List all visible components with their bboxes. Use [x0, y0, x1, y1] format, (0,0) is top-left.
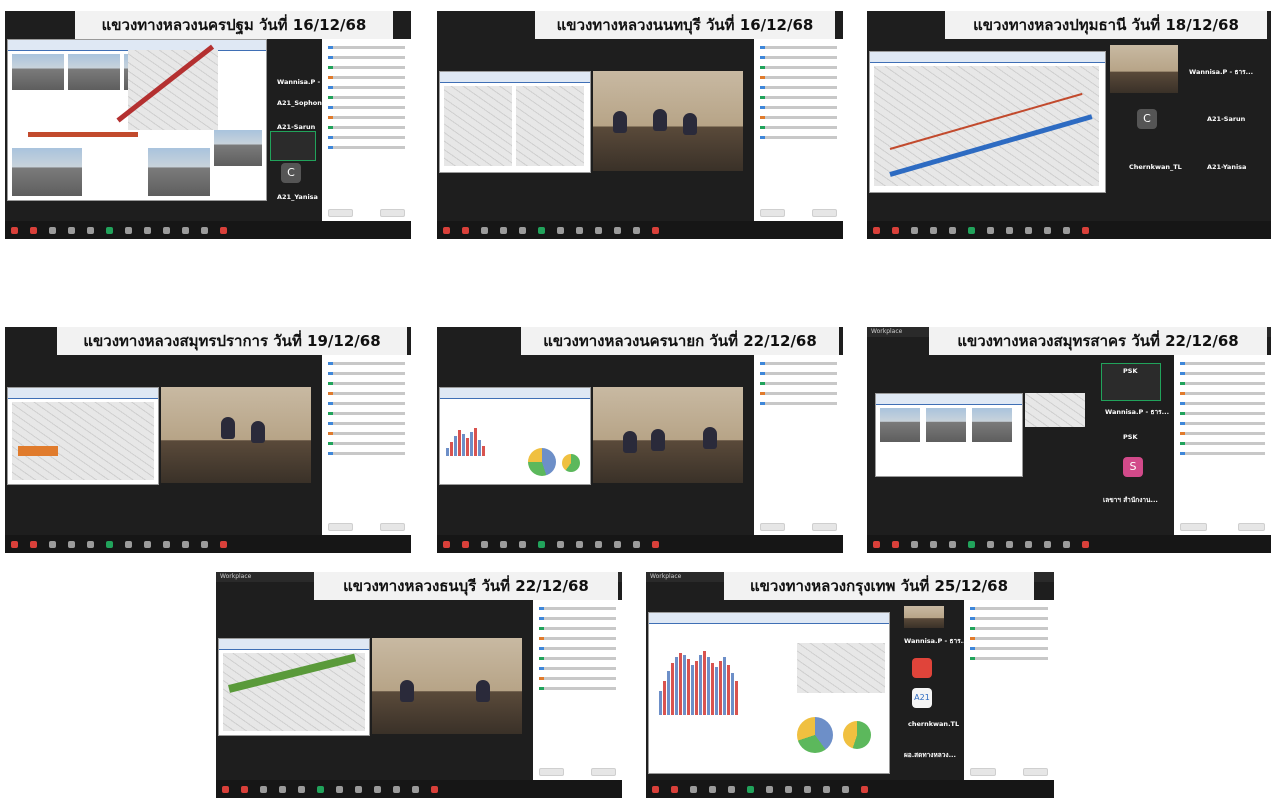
participant-video-name: Wannisa.P - ธาร... [1105, 408, 1170, 416]
participant-video-name: A21-Sarun [1207, 115, 1246, 123]
meeting-screenshot-2: แขวงทางหลวงนนทบุรี วันที่ 16/12/68 [437, 11, 843, 239]
participant-video-name: chernkwan.TL [908, 720, 960, 728]
participant-avatar: C [281, 163, 301, 183]
tile-banner: แขวงทางหลวงสมุทรสาคร วันที่ 22/12/68 [929, 327, 1267, 355]
participants-panel [321, 355, 411, 535]
conference-room-video [593, 387, 743, 483]
participants-panel [753, 355, 843, 535]
participant-avatar [912, 658, 932, 678]
meeting-screenshot-4: แขวงทางหลวงสมุทรปราการ วันที่ 19/12/68 [5, 327, 411, 553]
shared-slide [218, 638, 370, 736]
meeting-screenshot-6: Workplace แขวงทางหลวงสมุทรสาคร วันที่ 22… [867, 327, 1271, 553]
participant-video-tile [270, 131, 316, 161]
shared-slide [7, 387, 159, 485]
participant-video-name: A21_Yanisa [277, 193, 318, 201]
participant-video-name: PSK [1123, 433, 1138, 441]
participant-video-name: A21_Sophon [277, 99, 322, 107]
meeting-toolbar [437, 221, 843, 239]
participant-video-name: A21-Sarun [277, 123, 316, 131]
tile-banner: แขวงทางหลวงกรุงเทพ วันที่ 25/12/68 [724, 572, 1034, 600]
participant-video-tile [1110, 45, 1178, 93]
tile-banner: แขวงทางหลวงปทุมธานี วันที่ 18/12/68 [945, 11, 1267, 39]
participant-video-name: Chernkwan_TL [1129, 163, 1182, 171]
meeting-toolbar [437, 535, 843, 553]
participant-video-name: Wannisa.P - ธาร... [904, 637, 969, 645]
shared-slide [648, 612, 890, 774]
conference-room-video [372, 638, 522, 734]
participant-video-tile [904, 606, 944, 628]
meeting-screenshot-5: แขวงทางหลวงนครนายก วันที่ 22/12/68 [437, 327, 843, 553]
tile-banner: แขวงทางหลวงธนบุรี วันที่ 22/12/68 [314, 572, 618, 600]
participant-video-name: A21-Yanisa [1207, 163, 1247, 171]
meeting-toolbar [5, 221, 411, 239]
tile-banner: แขวงทางหลวงสมุทรปราการ วันที่ 19/12/68 [57, 327, 407, 355]
meeting-screenshot-7: Workplace แขวงทางหลวงธนบุรี วันที่ 22/12… [216, 572, 622, 798]
participant-video-name: PSK [1123, 367, 1138, 375]
participant-avatar: A21 [912, 688, 932, 708]
participants-panel [532, 600, 622, 780]
conference-room-video [161, 387, 311, 483]
shared-slide [869, 51, 1106, 193]
participant-video-name: ผอ.สดทางหลวง... [904, 751, 956, 759]
meeting-toolbar [216, 780, 622, 798]
meeting-screenshot-3: แขวงทางหลวงปทุมธานี วันที่ 18/12/68 Wann… [867, 11, 1271, 239]
shared-slide [439, 71, 591, 173]
meeting-toolbar [867, 221, 1271, 239]
meeting-toolbar [5, 535, 411, 553]
tile-banner: แขวงทางหลวงนครปฐม วันที่ 16/12/68 [75, 11, 393, 39]
participants-panel [964, 600, 1054, 780]
meeting-screenshot-1: แขวงทางหลวงนครปฐม วันที่ 16/12/68 Wannis… [5, 11, 411, 239]
participants-panel [321, 39, 411, 221]
participant-video-name: เลขาฯ สำนักงาน... [1103, 496, 1158, 504]
tile-banner: แขวงทางหลวงนนทบุรี วันที่ 16/12/68 [535, 11, 835, 39]
shared-slide [875, 393, 1023, 477]
tile-banner: แขวงทางหลวงนครนายก วันที่ 22/12/68 [521, 327, 839, 355]
meeting-screenshot-8: Workplace แขวงทางหลวงกรุงเทพ วันที่ 25/1… [646, 572, 1054, 798]
shared-slide [7, 39, 267, 201]
meeting-toolbar [646, 780, 1054, 798]
participants-panel [753, 39, 843, 221]
participant-avatar: C [1137, 109, 1157, 129]
meeting-toolbar [867, 535, 1271, 553]
conference-room-video [593, 71, 743, 171]
participant-avatar: S [1123, 457, 1143, 477]
shared-slide [439, 387, 591, 485]
participants-panel [1174, 355, 1271, 535]
participant-video-name: Wannisa.P - ธาร... [1189, 68, 1254, 76]
